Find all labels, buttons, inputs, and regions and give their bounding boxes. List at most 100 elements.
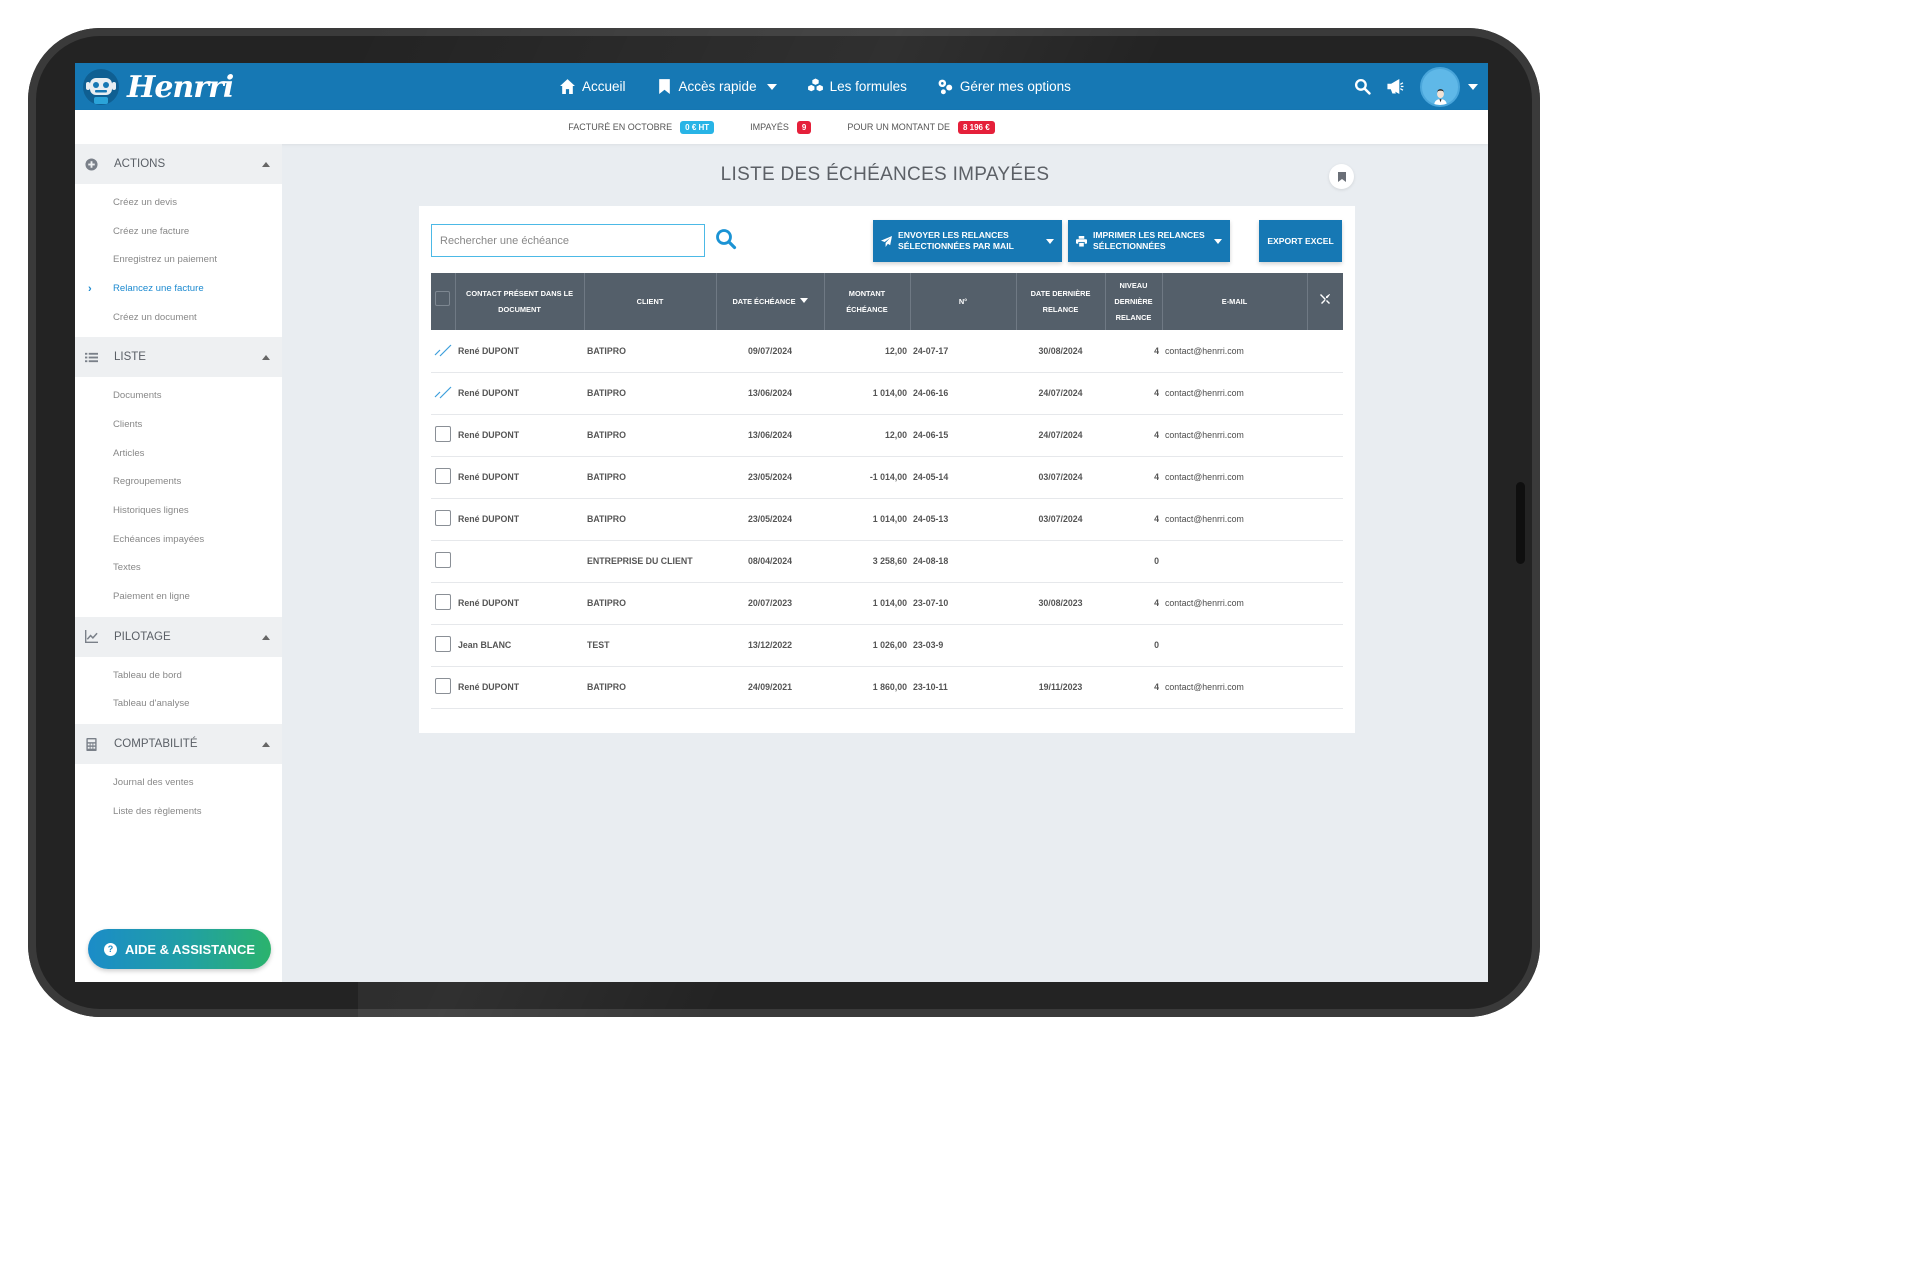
- robot-mascot-icon: [83, 69, 119, 105]
- search-icon[interactable]: [715, 228, 737, 250]
- row-checked-mark[interactable]: [434, 386, 452, 401]
- user-avatar[interactable]: [1420, 66, 1460, 107]
- row-checked-mark[interactable]: [434, 344, 452, 359]
- sidebar-item-creez-facture[interactable]: Créez une facture: [75, 217, 282, 246]
- header-contact[interactable]: Contact présent dans le document: [455, 273, 585, 330]
- cell-niveau: 4: [1105, 498, 1162, 541]
- cell-email: contact@henrri.com: [1162, 330, 1307, 373]
- header-montant[interactable]: Montant échéance: [824, 273, 911, 330]
- cell-niveau: 4: [1105, 414, 1162, 457]
- caret-up-icon: [262, 742, 270, 748]
- table-row[interactable]: René DUPONT BATIPRO 23/05/2024 1 014,00 24-0…: [431, 498, 1343, 541]
- cell-numero: 24-05-14: [910, 456, 1016, 499]
- table-row[interactable]: ENTREPRISE DU CLIENT 08/04/2024 3 258,60 24…: [431, 540, 1343, 583]
- nav-gerer-options[interactable]: Gérer mes options: [937, 78, 1071, 95]
- sidebar-item-textes[interactable]: Textes: [75, 554, 282, 583]
- sidebar-item-label: Relancez une facture: [113, 282, 204, 294]
- search-input[interactable]: [431, 224, 705, 257]
- sidebar-item-journal-ventes[interactable]: Journal des ventes: [75, 768, 282, 797]
- sidebar-item-articles[interactable]: Articles: [75, 439, 282, 468]
- cell-email: contact@henrri.com: [1162, 582, 1307, 625]
- cell-numero: 24-07-17: [910, 330, 1016, 373]
- sidebar-item-label: Clients: [113, 418, 143, 430]
- print-reminders-button[interactable]: Imprimer les relances sélectionnées: [1068, 220, 1230, 262]
- sidebar-section-liste[interactable]: Liste: [75, 337, 282, 378]
- header-tools[interactable]: [1307, 273, 1343, 330]
- list-icon: [85, 352, 98, 363]
- summary-facture-badge: 0 € HT: [680, 120, 715, 134]
- henrri-logo[interactable]: Henrri: [81, 67, 234, 107]
- cell-tools: [1307, 498, 1343, 541]
- bookmark-page-button[interactable]: [1329, 164, 1354, 189]
- table-row[interactable]: René DUPONT BATIPRO 20/07/2023 1 014,00 23-0…: [431, 582, 1343, 625]
- help-assistance-button[interactable]: ? AIDE & ASSISTANCE: [88, 929, 271, 969]
- table-row[interactable]: René DUPONT BATIPRO 13/06/2024 1 014,00 24-0…: [431, 372, 1343, 415]
- sidebar-item-liste-reglements[interactable]: Liste des règlements: [75, 797, 282, 826]
- export-excel-button[interactable]: Export Excel: [1259, 220, 1342, 262]
- header-niveau[interactable]: Niveau dernière relance: [1105, 273, 1163, 330]
- nav-accueil[interactable]: Accueil: [559, 78, 626, 95]
- nav-acces-rapide[interactable]: Accès rapide: [656, 78, 777, 95]
- cell-contact: [455, 540, 584, 583]
- summary-impayes[interactable]: Impayés 9: [750, 120, 812, 134]
- table-row[interactable]: Jean BLANC TEST 13/12/2022 1 026,00 23-03-9 0: [431, 624, 1343, 667]
- row-checkbox[interactable]: [435, 678, 451, 694]
- nav-les-formules[interactable]: Les formules: [807, 78, 907, 95]
- summary-impayes-badge: 9: [796, 120, 812, 134]
- summary-bar: Facturé en octobre 0 € HT Impayés 9 Pour…: [75, 110, 1488, 144]
- sidebar-item-documents[interactable]: Documents: [75, 381, 282, 410]
- sidebar-item-paiement-en-ligne[interactable]: Paiement en ligne: [75, 582, 282, 611]
- top-navbar: Henrri Accueil Accès rapide Les formules…: [75, 63, 1488, 110]
- cell-date-relance: 30/08/2023: [1016, 582, 1105, 625]
- cell-contact: Jean BLANC: [455, 624, 584, 667]
- sidebar-item-historiques-lignes[interactable]: Historiques lignes: [75, 496, 282, 525]
- search-icon[interactable]: [1354, 78, 1371, 95]
- nav-les-formules-label: Les formules: [829, 79, 907, 94]
- send-reminders-button[interactable]: Envoyer les relances sélectionnées par m…: [873, 220, 1062, 262]
- header-select-all[interactable]: [431, 273, 456, 330]
- header-email[interactable]: E-mail: [1162, 273, 1308, 330]
- sidebar-item-creez-document[interactable]: Créez un document: [75, 303, 282, 332]
- sidebar-section-actions[interactable]: Actions: [75, 144, 282, 184]
- megaphone-icon[interactable]: [1387, 78, 1404, 95]
- row-checkbox[interactable]: [435, 594, 451, 610]
- table-row[interactable]: René DUPONT BATIPRO 13/06/2024 12,00 24-06-1…: [431, 414, 1343, 457]
- sidebar-item-enregistrez-paiement[interactable]: Enregistrez un paiement: [75, 245, 282, 274]
- row-checkbox[interactable]: [435, 426, 451, 442]
- cell-date-relance: 03/07/2024: [1016, 498, 1105, 541]
- cell-montant: 12,00: [824, 414, 910, 457]
- row-checkbox[interactable]: [435, 510, 451, 526]
- table-row[interactable]: René DUPONT BATIPRO 23/05/2024 -1 014,00 24-…: [431, 456, 1343, 499]
- sidebar-item-clients[interactable]: Clients: [75, 410, 282, 439]
- row-checkbox[interactable]: [435, 552, 451, 568]
- row-checkbox[interactable]: [435, 636, 451, 652]
- table-row[interactable]: René DUPONT BATIPRO 24/09/2021 1 860,00 23-1…: [431, 666, 1343, 709]
- row-checkbox[interactable]: [435, 468, 451, 484]
- sidebar-item-tableau-de-bord[interactable]: Tableau de bord: [75, 661, 282, 690]
- sidebar-section-comptabilite[interactable]: Comptabilité: [75, 724, 282, 765]
- summary-facture: Facturé en octobre 0 € HT: [568, 120, 715, 134]
- cell-select: [431, 372, 455, 415]
- cell-numero: 23-07-10: [910, 582, 1016, 625]
- table-row[interactable]: René DUPONT BATIPRO 09/07/2024 12,00 24-07-1…: [431, 330, 1343, 373]
- sidebar-item-echeances-impayees[interactable]: Echéances impayées: [75, 525, 282, 554]
- sidebar: Actions Créez un devis Créez une facture…: [75, 144, 282, 982]
- sidebar-item-tableau-analyse[interactable]: Tableau d'analyse: [75, 690, 282, 719]
- sidebar-item-regroupements[interactable]: Regroupements: [75, 468, 282, 497]
- header-numero[interactable]: N°: [910, 273, 1017, 330]
- header-date-relance[interactable]: Date dernière relance: [1016, 273, 1106, 330]
- cell-numero: 24-06-16: [910, 372, 1016, 415]
- sidebar-item-creez-devis[interactable]: Créez un devis: [75, 188, 282, 217]
- select-all-checkbox[interactable]: [435, 291, 451, 306]
- header-client[interactable]: Client: [584, 273, 717, 330]
- chevron-right-icon: ›: [88, 283, 92, 296]
- sidebar-item-label: Articles: [113, 447, 145, 459]
- chevron-down-icon[interactable]: [1468, 83, 1478, 90]
- sidebar-item-relancez-facture[interactable]: › Relancez une facture: [75, 274, 282, 303]
- cell-client: BATIPRO: [584, 498, 716, 541]
- sidebar-section-pilotage[interactable]: Pilotage: [75, 616, 282, 657]
- sidebar-item-label: Tableau d'analyse: [113, 698, 190, 710]
- sidebar-item-label: Liste des règlements: [113, 805, 202, 817]
- header-date-echeance[interactable]: Date échéance: [716, 273, 825, 330]
- print-reminders-label: Imprimer les relances sélectionnées: [1093, 230, 1205, 251]
